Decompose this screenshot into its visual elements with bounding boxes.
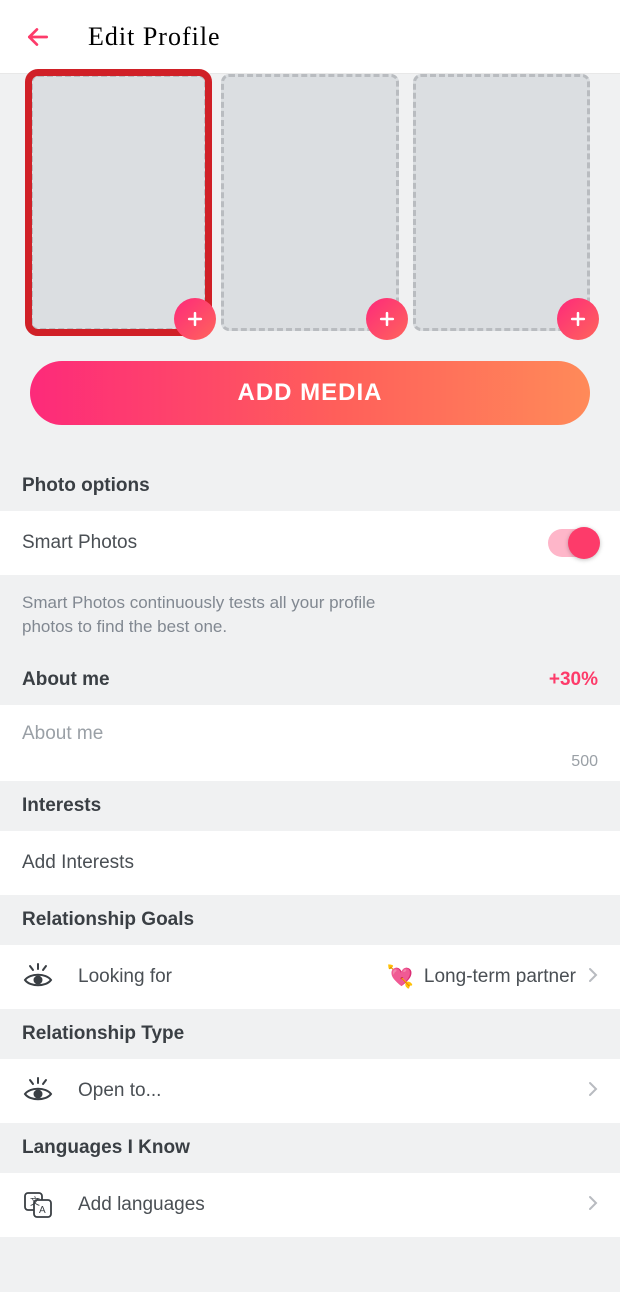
add-languages-label: Add languages (78, 1194, 576, 1216)
about-me-placeholder: About me (22, 723, 598, 745)
add-photo-icon[interactable] (174, 298, 216, 340)
looking-for-row[interactable]: Looking for 💘 Long-term partner (0, 945, 620, 1009)
about-me-bonus: +30% (549, 669, 598, 691)
photo-slot-1[interactable] (30, 74, 207, 331)
chevron-right-icon (588, 1081, 598, 1102)
smart-photos-label: Smart Photos (22, 532, 548, 554)
header: Edit Profile (0, 0, 620, 74)
add-languages-row[interactable]: 文 A Add languages (0, 1173, 620, 1237)
add-interests-row[interactable]: Add Interests (0, 831, 620, 895)
section-title: Relationship Goals (22, 909, 194, 931)
photo-slot-3[interactable] (413, 74, 590, 331)
section-languages: Languages I Know (0, 1123, 620, 1173)
add-photo-icon[interactable] (366, 298, 408, 340)
smart-photos-hint: Smart Photos continuously tests all your… (0, 575, 620, 655)
open-to-label: Open to... (78, 1080, 576, 1102)
about-me-counter: 500 (22, 753, 598, 771)
open-to-row[interactable]: Open to... (0, 1059, 620, 1123)
eye-icon (22, 963, 54, 991)
section-title: Interests (22, 795, 101, 817)
section-title: Photo options (22, 475, 150, 497)
section-about-me: About me +30% (0, 655, 620, 705)
back-arrow-icon (25, 24, 51, 50)
section-photo-options: Photo options (0, 461, 620, 511)
eye-icon (22, 1077, 54, 1105)
section-relationship-goals: Relationship Goals (0, 895, 620, 945)
svg-text:A: A (39, 1205, 46, 1216)
photo-grid (0, 74, 620, 331)
back-button[interactable] (18, 17, 58, 57)
add-media-label: ADD MEDIA (238, 379, 383, 407)
smart-photos-toggle[interactable] (548, 529, 598, 557)
about-me-input-row[interactable]: About me 500 (0, 705, 620, 781)
section-relationship-type: Relationship Type (0, 1009, 620, 1059)
photo-slot-2[interactable] (221, 74, 398, 331)
chevron-right-icon (588, 1195, 598, 1216)
section-interests: Interests (0, 781, 620, 831)
heart-icon: 💘 (387, 964, 414, 990)
smart-photos-row[interactable]: Smart Photos (0, 511, 620, 575)
section-title: About me (22, 669, 110, 691)
looking-for-label: Looking for (78, 966, 387, 988)
chevron-right-icon (588, 967, 598, 988)
add-interests-label: Add Interests (22, 852, 598, 874)
page-title: Edit Profile (88, 22, 221, 52)
section-title: Languages I Know (22, 1137, 190, 1159)
translate-icon: 文 A (22, 1191, 54, 1219)
looking-for-value: Long-term partner (424, 966, 576, 988)
add-media-button[interactable]: ADD MEDIA (30, 361, 590, 425)
add-photo-icon[interactable] (557, 298, 599, 340)
section-title: Relationship Type (22, 1023, 184, 1045)
